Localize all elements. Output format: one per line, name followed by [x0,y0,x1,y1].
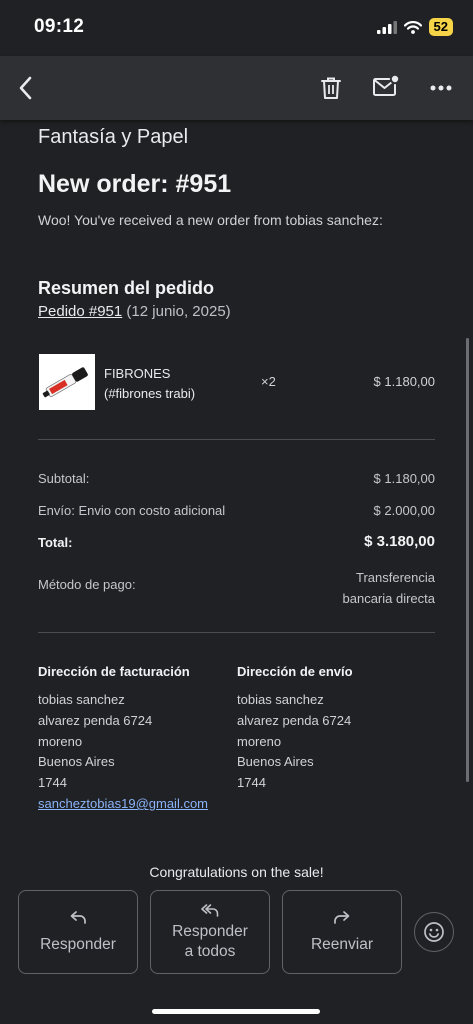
battery-indicator: 52 [428,18,453,36]
reply-all-label-line1: Responder [172,923,248,940]
billing-zip: 1744 [38,775,67,791]
billing-address-title: Dirección de facturación [38,664,190,679]
status-icons: 52 [376,18,453,36]
product-price: $ 1.180,00 [373,374,435,389]
email-body: Fantasía y Papel New order: #951 Woo! Yo… [0,120,473,890]
product-name: FIBRONES (#fibrones trabi) [104,364,195,404]
status-bar: 09:12 52 [0,0,473,56]
shipping-value: $ 2.000,00 [373,503,435,518]
product-title: FIBRONES [104,366,171,381]
total-value: $ 3.180,00 [364,533,435,550]
billing-email-link[interactable]: sancheztobias19@gmail.com [38,794,208,815]
payment-method-value: Transferencia bancaria directa [343,567,436,609]
product-quantity: ×2 [261,374,276,389]
delete-button[interactable] [318,75,344,101]
order-line: Pedido #951 (12 junio, 2025) [38,303,231,320]
wifi-icon [403,20,422,34]
more-horizontal-icon [430,85,452,91]
signal-icon [376,20,397,34]
intro-text: Woo! You've received a new order from to… [38,212,383,228]
reply-button[interactable]: Responder [18,890,138,974]
back-button[interactable] [14,74,40,102]
product-sku: (#fibrones trabi) [104,386,196,401]
forward-button[interactable]: Reenviar [282,890,402,974]
billing-province: Buenos Aires [38,754,115,770]
scrollbar[interactable] [466,338,469,782]
chevron-left-icon [19,76,32,100]
shipping-zip: 1744 [237,775,266,791]
summary-title: Resumen del pedido [38,278,215,298]
email-toolbar [0,56,473,120]
emoji-reaction-button[interactable] [414,912,454,952]
forward-label: Reenviar [310,936,374,953]
closing-text: Congratulations on the sale! [149,864,324,880]
subtotal-label: Subtotal: [38,471,90,486]
status-time: 09:12 [34,16,85,37]
divider [38,632,435,633]
shipping-address-title: Dirección de envío [237,664,353,679]
order-date: (12 junio, 2025) [126,303,231,320]
emoji-reaction-icon [424,922,444,942]
shipping-name: tobias sanchez [237,692,324,707]
order-heading: New order: #951 [38,170,232,198]
total-label: Total: [38,535,73,550]
billing-address: tobias sanchez alvarez penda 6724 moreno… [38,690,208,815]
store-name: Fantasía y Papel [38,126,189,148]
reply-all-button[interactable]: Responder a todos [150,890,270,974]
more-options-button[interactable] [426,76,456,100]
reply-all-icon [201,904,219,917]
order-link[interactable]: Pedido #951 [38,303,122,320]
payment-method-line1: Transferencia [356,570,435,585]
billing-city: moreno [38,733,83,749]
divider [38,439,435,440]
payment-method-line2: bancaria directa [342,591,436,606]
shipping-street: alvarez penda 6724 [237,712,352,728]
marker-pen-image [39,354,95,410]
shipping-label: Envío: Envio con costo adicional [38,503,226,518]
billing-name: tobias sanchez [38,692,125,707]
reply-icon [70,911,86,924]
shipping-province: Buenos Aires [237,754,314,770]
product-image [39,354,95,410]
forward-icon [334,911,350,924]
home-indicator[interactable] [152,1009,320,1014]
mark-unread-button[interactable] [372,73,401,100]
shipping-address: tobias sanchez alvarez penda 6724 moreno… [237,690,351,794]
reply-all-label-line2: a todos [184,943,236,960]
reply-label: Responder [40,936,116,953]
subtotal-value: $ 1.180,00 [373,471,435,486]
mail-dot-icon [373,73,401,96]
payment-method-label: Método de pago: [38,577,136,592]
shipping-city: moreno [237,733,282,749]
trash-icon [321,77,341,99]
billing-street: alvarez penda 6724 [38,712,153,728]
